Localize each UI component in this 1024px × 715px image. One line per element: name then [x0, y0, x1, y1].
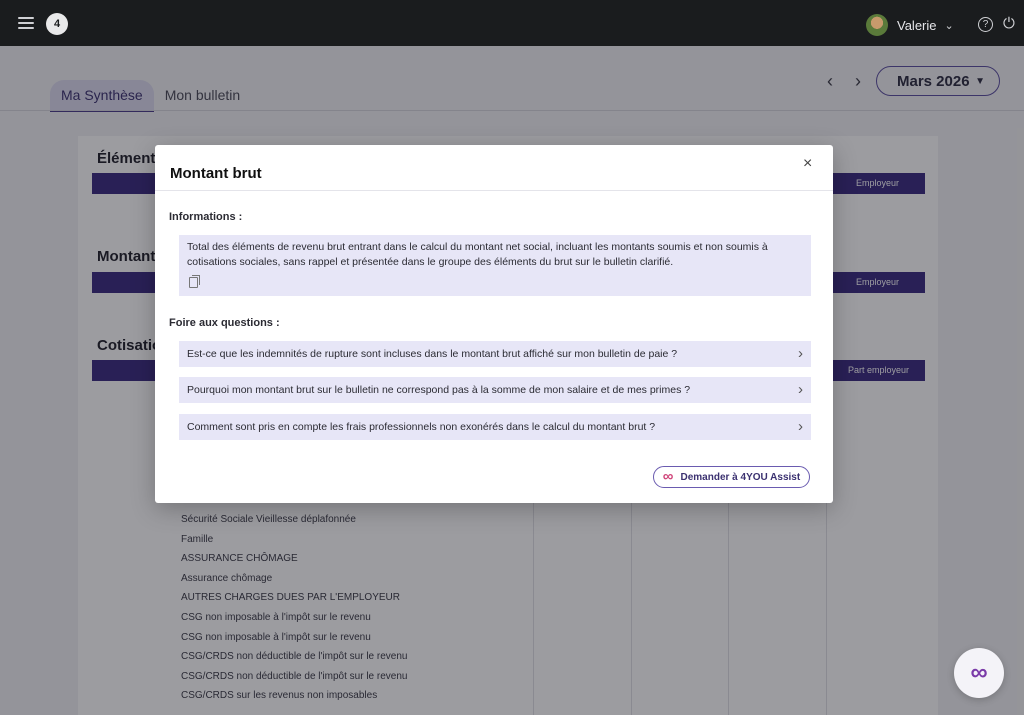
user-menu[interactable]: Valerie ⌄: [866, 13, 954, 37]
faq-question: Comment sont pris en compte les frais pr…: [187, 421, 656, 433]
info-box: Total des éléments de revenu brut entran…: [179, 235, 811, 296]
faq-question: Est-ce que les indemnités de rupture son…: [187, 348, 678, 360]
dialog-divider: [155, 190, 833, 191]
top-bar: 4 Valerie ⌄ ? ⏻: [0, 0, 1024, 46]
close-icon[interactable]: ×: [803, 155, 812, 173]
assist-label: Demander à 4YOU Assist: [680, 471, 801, 483]
chevron-right-icon: ›: [798, 418, 803, 435]
faq-question: Pourquoi mon montant brut sur le bulleti…: [187, 384, 691, 396]
info-label: Informations :: [169, 211, 243, 223]
faq-item[interactable]: Est-ce que les indemnités de rupture son…: [179, 341, 811, 367]
power-icon[interactable]: ⏻: [1003, 16, 1015, 31]
chevron-right-icon: ›: [798, 381, 803, 398]
ask-4you-assist-button[interactable]: ∞ Demander à 4YOU Assist: [653, 466, 810, 488]
chevron-down-icon: ⌄: [944, 19, 954, 32]
info-text: Total des éléments de revenu brut entran…: [187, 241, 768, 268]
faq-label: Foire aux questions :: [169, 317, 280, 329]
user-name: Valerie: [897, 17, 937, 33]
app-logo[interactable]: 4: [46, 13, 68, 35]
faq-item[interactable]: Comment sont pris en compte les frais pr…: [179, 414, 811, 440]
menu-icon[interactable]: [18, 17, 34, 29]
montant-brut-dialog: Montant brut × Informations : Total des …: [155, 145, 833, 503]
faq-item[interactable]: Pourquoi mon montant brut sur le bulleti…: [179, 377, 811, 403]
chevron-right-icon: ›: [798, 345, 803, 362]
assistant-fab[interactable]: ∞: [954, 648, 1004, 698]
avatar: [866, 14, 888, 36]
infinity-icon: ∞: [662, 468, 674, 485]
copy-icon[interactable]: [189, 275, 200, 288]
help-icon[interactable]: ?: [978, 17, 993, 32]
dialog-title: Montant brut: [170, 165, 262, 182]
